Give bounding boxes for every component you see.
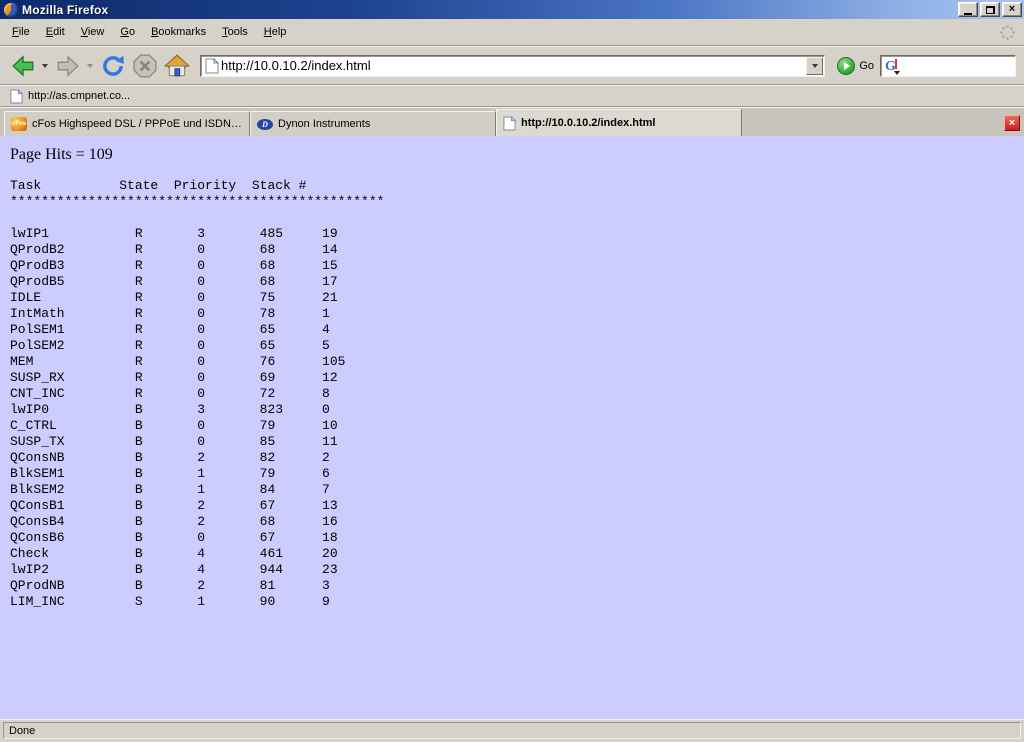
status-bar: Done (0, 719, 1024, 742)
back-icon (10, 53, 36, 79)
task-table: Task State Priority Stack # ************… (10, 178, 1024, 610)
status-text: Done (3, 722, 1021, 739)
back-dropdown-icon[interactable] (42, 64, 48, 68)
reload-icon (100, 53, 126, 79)
menu-bookmarks[interactable]: Bookmarks (143, 23, 214, 41)
close-tab-button[interactable]: × (1004, 115, 1020, 131)
browser-window: Mozilla Firefox × FileEditViewGoBookmark… (0, 0, 1024, 742)
window-title: Mozilla Firefox (22, 3, 956, 17)
title-bar: Mozilla Firefox × (0, 0, 1024, 19)
url-input[interactable] (219, 58, 806, 73)
menu-tools[interactable]: Tools (214, 23, 256, 41)
reload-button[interactable] (98, 51, 128, 81)
go-label: Go (859, 60, 874, 72)
minimize-icon (964, 13, 972, 15)
bookmark-item[interactable]: http://as.cmpnet.co... (6, 88, 134, 105)
tab-strip: cFos cFos Highspeed DSL / PPPoE und ISDN … (4, 109, 742, 136)
page-content: Page Hits = 109 Task State Priority Stac… (0, 136, 1024, 719)
navigation-toolbar: Go G (0, 46, 1024, 85)
url-bar (200, 55, 825, 77)
menu-help[interactable]: Help (256, 23, 295, 41)
menu-go[interactable]: Go (112, 23, 143, 41)
page-icon (10, 89, 23, 104)
tab-label: Dynon Instruments (278, 118, 370, 130)
menu-view[interactable]: View (73, 23, 113, 41)
google-search-icon[interactable]: G (883, 57, 901, 75)
back-button[interactable] (8, 51, 38, 81)
cfos-icon: cFos (11, 117, 27, 131)
stop-button[interactable] (130, 51, 160, 81)
dynon-icon: D (257, 119, 273, 130)
url-dropdown-button[interactable] (806, 57, 823, 75)
tab-index[interactable]: http://10.0.10.2/index.html (496, 109, 742, 136)
tab-label: http://10.0.10.2/index.html (521, 117, 655, 129)
go-button[interactable]: Go (833, 55, 878, 77)
stop-icon (132, 53, 158, 79)
tab-bar: cFos cFos Highspeed DSL / PPPoE und ISDN … (0, 107, 1024, 136)
firefox-icon (4, 3, 18, 17)
tab-cfos[interactable]: cFos cFos Highspeed DSL / PPPoE und ISDN … (4, 111, 250, 136)
close-icon: × (1009, 4, 1015, 15)
bookmark-label: http://as.cmpnet.co... (28, 90, 130, 102)
bookmarks-toolbar: http://as.cmpnet.co... (0, 85, 1024, 107)
home-icon (164, 53, 190, 79)
tab-dynon[interactable]: D Dynon Instruments (250, 111, 496, 136)
restore-icon (986, 6, 995, 14)
menu-file[interactable]: File (4, 23, 38, 41)
forward-button[interactable] (53, 51, 83, 81)
close-button[interactable]: × (1002, 2, 1022, 17)
menu-edit[interactable]: Edit (38, 23, 73, 41)
forward-icon (55, 53, 81, 79)
restore-button[interactable] (980, 2, 1000, 17)
home-button[interactable] (162, 51, 192, 81)
search-input[interactable] (901, 58, 1013, 74)
go-icon (837, 57, 855, 75)
search-box: G (880, 55, 1016, 77)
page-icon (503, 116, 516, 131)
forward-dropdown-icon[interactable] (87, 64, 93, 68)
minimize-button[interactable] (958, 2, 978, 17)
menu-items: FileEditViewGoBookmarksToolsHelp (4, 23, 294, 41)
page-hits-text: Page Hits = 109 (10, 146, 1024, 164)
tab-label: cFos Highspeed DSL / PPPoE und ISDN CAP.… (32, 118, 243, 130)
page-icon (205, 58, 219, 74)
throbber-icon (998, 23, 1016, 41)
menu-bar: FileEditViewGoBookmarksToolsHelp (0, 19, 1024, 46)
